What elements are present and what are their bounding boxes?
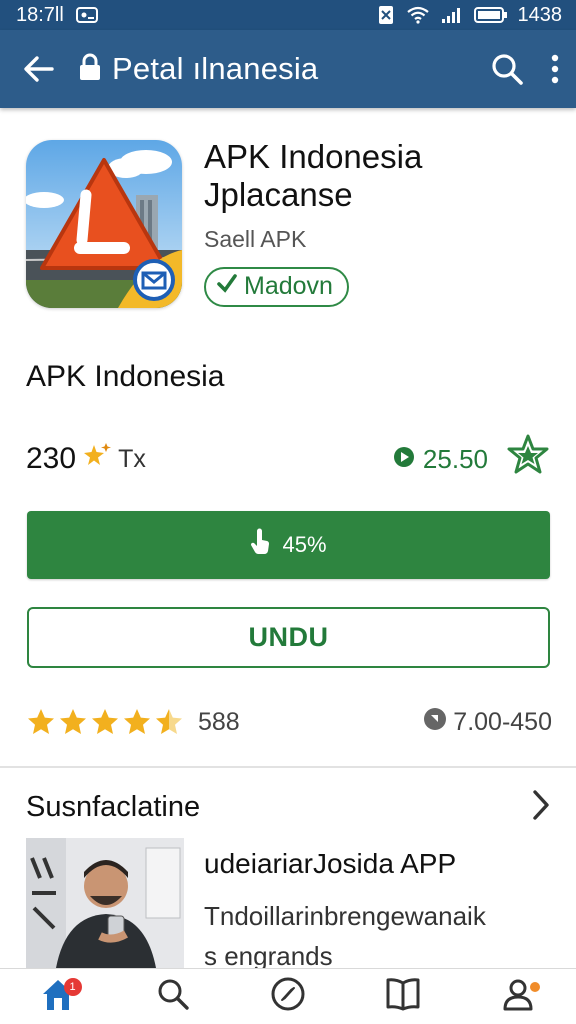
status-clock: 1438 [517, 3, 563, 26]
profile-indicator-dot [530, 981, 541, 992]
app-name: APK Indonesia [204, 138, 423, 175]
check-icon [216, 272, 238, 301]
app-bar-title: Petal ılnanesia [112, 51, 319, 86]
size-value: 7.00-450 [453, 707, 552, 736]
list-item-description: Tndoillarinbrengewanaik s engrands [204, 896, 554, 976]
star-icon [28, 709, 54, 734]
download-button[interactable]: UNDU [27, 607, 550, 668]
search-icon[interactable] [490, 52, 524, 86]
nav-profile[interactable] [488, 972, 548, 1022]
section-title: APK Indonesia [26, 360, 225, 393]
bottom-nav: 1 [0, 968, 576, 1024]
search-icon [156, 977, 190, 1016]
lock-icon [78, 52, 102, 87]
list-item-title: udeiariarJosida APP [204, 848, 457, 879]
badge-label: Madovn [244, 272, 333, 300]
install-progress-label: 45% [282, 532, 327, 557]
play-icon [393, 444, 415, 475]
nav-library[interactable] [373, 972, 433, 1022]
more-options-icon[interactable] [550, 54, 560, 84]
stats-row: 230 Tx 25.50 [26, 434, 550, 485]
install-progress-button[interactable]: 45% [27, 511, 550, 579]
rating-row: 588 7.00-450 [26, 700, 552, 744]
nav-home[interactable]: 1 [28, 972, 88, 1022]
star-rating [26, 707, 184, 737]
nav-explore[interactable] [258, 972, 318, 1022]
divider [0, 766, 576, 768]
stat-unit: Tx [118, 444, 146, 473]
back-arrow-icon[interactable] [22, 54, 56, 84]
half-star-icon [156, 709, 182, 734]
book-icon [384, 977, 422, 1016]
stat-value: 230 [26, 442, 77, 475]
list-item-thumbnail [26, 838, 184, 968]
list-item-description-line: Tndoillarinbrengewanaik [204, 901, 486, 931]
stat-score: 25.50 [422, 443, 488, 474]
notification-badge: 1 [63, 977, 82, 996]
notification-icon [75, 6, 98, 24]
app-name-secondary: Jplacanse [204, 176, 353, 213]
tag-icon [423, 707, 447, 738]
wifi-icon [406, 6, 430, 24]
star-icon [92, 709, 118, 734]
battery-icon [473, 6, 508, 24]
nav-search[interactable] [143, 972, 203, 1022]
star-icon [60, 709, 86, 734]
app-bar: Petal ılnanesia [0, 30, 576, 108]
list-item[interactable]: udeiariarJosida APP Tndoillarinbrengewan… [26, 838, 556, 971]
status-time: 18:7ll [16, 3, 64, 26]
list-header[interactable]: Susnfaclatine [26, 784, 552, 830]
rating-count: 588 [198, 707, 240, 736]
signal-icon [440, 6, 464, 24]
compass-icon [270, 976, 306, 1017]
app-subtitle: Saell APK [204, 226, 307, 252]
category-badge[interactable]: Madovn [204, 267, 349, 307]
app-icon[interactable] [26, 140, 182, 308]
star-icon [124, 709, 150, 734]
chevron-right-icon[interactable] [530, 788, 552, 827]
status-bar: 18:7ll 1438 [0, 0, 576, 30]
verified-star-icon [506, 434, 550, 485]
list-header-label: Susnfaclatine [26, 790, 201, 823]
vibrate-icon [376, 5, 396, 25]
hand-pointer-icon [250, 528, 272, 562]
sparkle-star-icon [82, 441, 112, 477]
app-header: APK Indonesia Jplacanse Saell APK Madovn [26, 138, 556, 313]
